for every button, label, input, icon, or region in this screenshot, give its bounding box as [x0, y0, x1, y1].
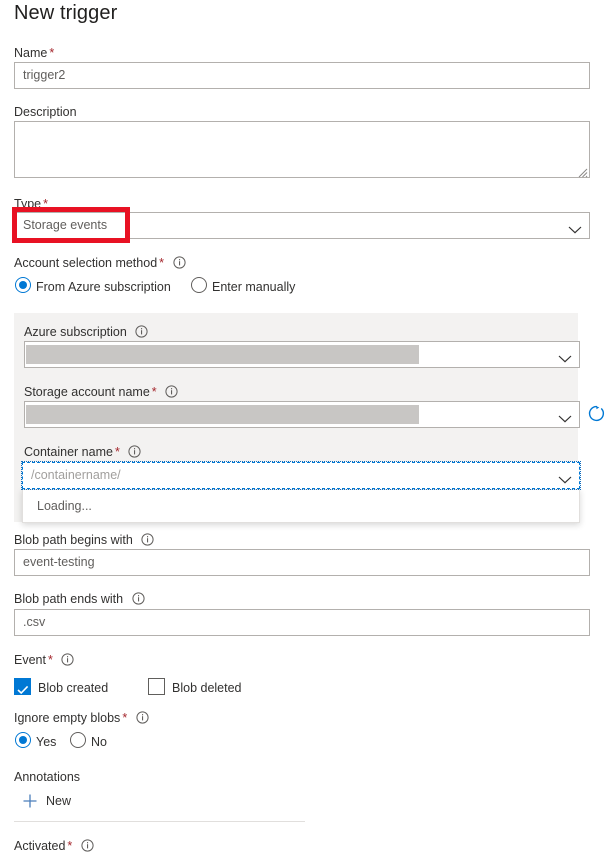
required-marker: * [48, 653, 53, 667]
chevron-down-icon [558, 410, 572, 419]
resize-handle-icon[interactable] [577, 165, 588, 176]
plus-icon[interactable] [22, 793, 38, 809]
check-icon [17, 682, 29, 700]
checkbox-label-blob-created[interactable]: Blob created [38, 680, 108, 696]
page-title: New trigger [14, 2, 117, 25]
radio-label-yes[interactable]: Yes [36, 734, 56, 750]
info-icon[interactable] [61, 653, 74, 666]
type-label: Type* [14, 196, 48, 212]
type-dropdown[interactable]: Storage events [14, 212, 590, 239]
radio-label-enter-manually[interactable]: Enter manually [212, 279, 295, 295]
name-label: Name* [14, 45, 54, 61]
account-selection-method-radiogroup: From Azure subscription Enter manually [0, 277, 608, 297]
checkbox-blob-deleted[interactable] [148, 678, 165, 695]
checkbox-blob-created[interactable] [14, 678, 31, 695]
storage-account-name-label: Storage account name* [24, 384, 178, 400]
description-textarea[interactable] [14, 121, 590, 178]
container-name-combobox[interactable]: /containername/ [22, 462, 580, 489]
ignore-empty-blobs-label: Ignore empty blobs* [14, 710, 149, 726]
info-icon[interactable] [136, 711, 149, 724]
info-icon[interactable] [81, 839, 94, 852]
name-input[interactable]: trigger2 [14, 62, 590, 89]
chevron-down-icon [558, 471, 572, 480]
refresh-spinner-icon[interactable] [588, 405, 605, 422]
checkbox-label-blob-deleted[interactable]: Blob deleted [172, 680, 242, 696]
blob-path-begins-with-label: Blob path begins with [14, 532, 154, 548]
radio-label-no[interactable]: No [91, 734, 107, 750]
event-label: Event* [14, 652, 74, 668]
section-divider [14, 821, 305, 822]
event-checkbox-group: Blob created Blob deleted [0, 678, 608, 698]
chevron-down-icon [568, 221, 582, 230]
radio-ignore-empty-blobs-no[interactable] [70, 732, 86, 748]
required-marker: * [49, 46, 54, 60]
storage-account-name-dropdown[interactable] [24, 401, 580, 428]
info-icon[interactable] [165, 385, 178, 398]
chevron-down-icon [558, 350, 572, 359]
add-annotation-button[interactable]: New [46, 794, 71, 808]
account-selection-method-label: Account selection method* [14, 255, 186, 271]
info-icon[interactable] [128, 445, 141, 458]
container-name-dropdown-list: Loading... [22, 489, 580, 523]
required-marker: * [122, 711, 127, 725]
dropdown-option-loading: Loading... [23, 490, 579, 522]
blob-path-ends-with-label: Blob path ends with [14, 591, 145, 607]
required-marker: * [67, 839, 72, 853]
activated-label: Activated* [14, 838, 94, 854]
radio-from-azure-subscription[interactable] [15, 277, 31, 293]
radio-ignore-empty-blobs-yes[interactable] [15, 732, 31, 748]
description-label: Description [14, 104, 77, 120]
annotations-label: Annotations [14, 769, 80, 785]
redacted-value [26, 345, 419, 364]
required-marker: * [152, 385, 157, 399]
info-icon[interactable] [173, 256, 186, 269]
type-value: Storage events [23, 213, 559, 238]
container-name-label: Container name* [24, 444, 141, 460]
required-marker: * [43, 197, 48, 211]
azure-subscription-label: Azure subscription [24, 324, 148, 340]
info-icon[interactable] [141, 533, 154, 546]
required-marker: * [115, 445, 120, 459]
radio-enter-manually[interactable] [191, 277, 207, 293]
required-marker: * [159, 256, 164, 270]
blob-path-ends-with-input[interactable]: .csv [14, 609, 590, 636]
redacted-value [26, 405, 419, 424]
info-icon[interactable] [132, 592, 145, 605]
azure-subscription-dropdown[interactable] [24, 341, 580, 368]
radio-label-from-azure-subscription[interactable]: From Azure subscription [36, 279, 171, 295]
ignore-empty-blobs-radiogroup: Yes No [0, 732, 608, 752]
info-icon[interactable] [135, 325, 148, 338]
blob-path-begins-with-input[interactable]: event-testing [14, 549, 590, 576]
new-trigger-panel: New trigger Name* trigger2 Description T… [0, 0, 608, 861]
container-name-placeholder: /containername/ [31, 463, 549, 488]
